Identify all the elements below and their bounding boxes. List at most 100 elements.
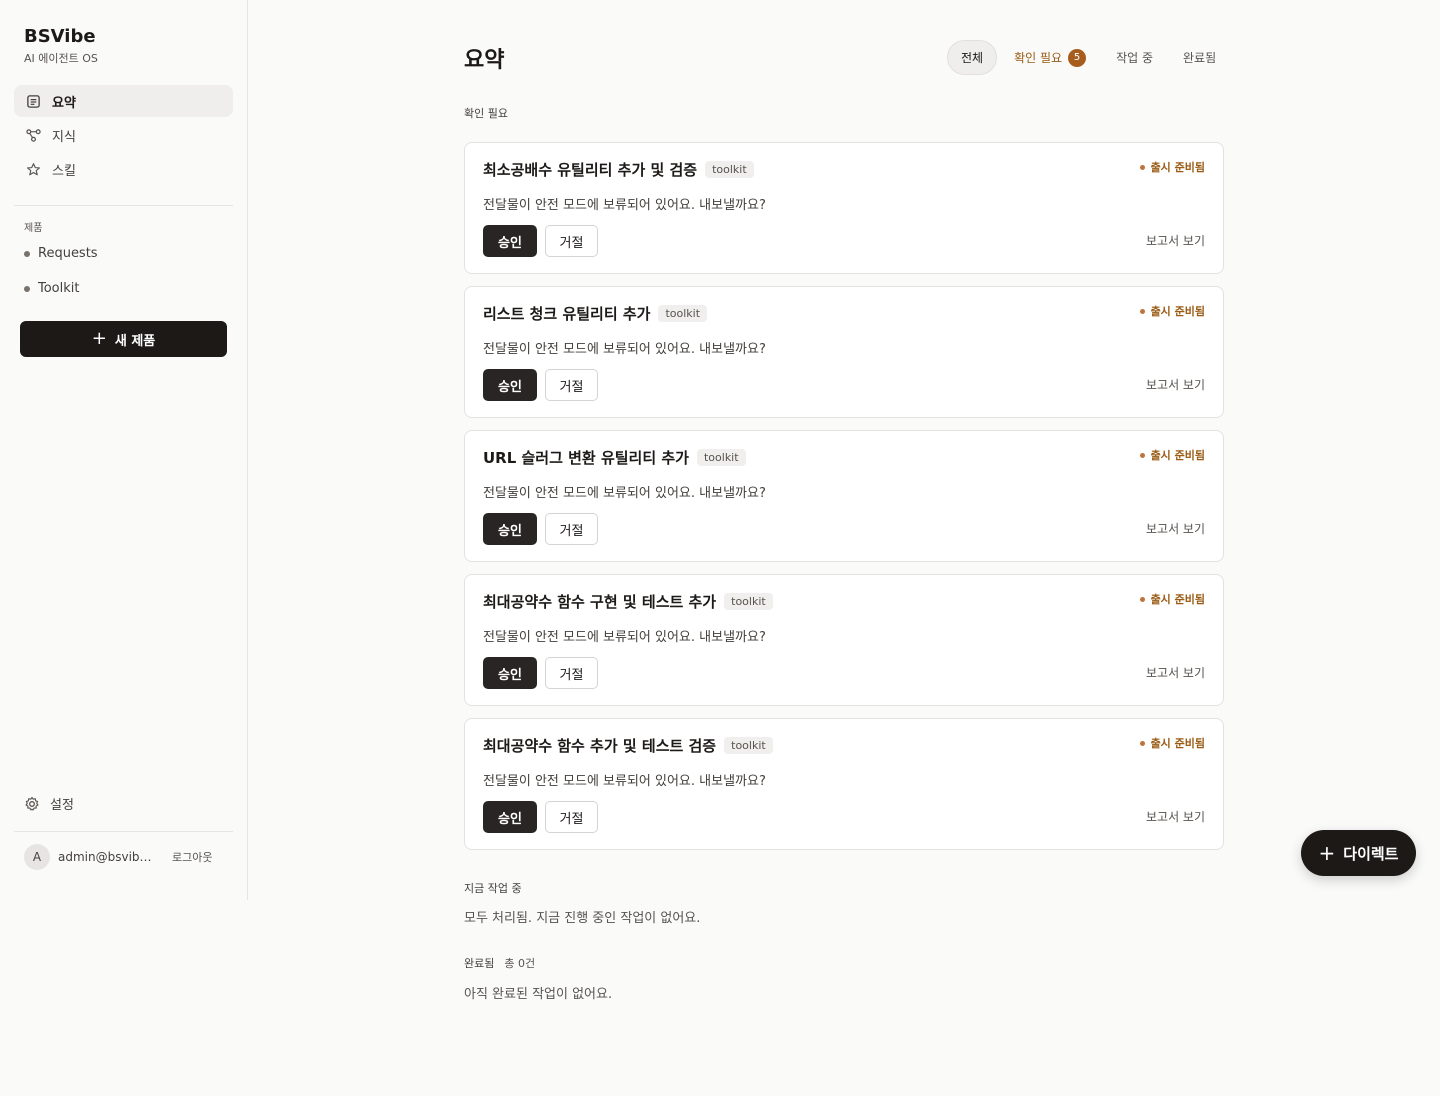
logout-button[interactable]: 로그아웃 <box>172 849 212 865</box>
status-dot-icon <box>1139 452 1145 458</box>
card-title-text: 최소공배수 유틸리티 추가 및 검증 <box>483 161 698 179</box>
product-list: Requests Toolkit <box>24 236 98 306</box>
main-nav: 요약 지식 스킬 <box>14 85 233 187</box>
nav-label: 요약 <box>52 95 76 111</box>
sidebar: BSVibe AI 에이전트 OS 요약 지식 스킬 제품 Requests T… <box>0 0 248 900</box>
status-dot-icon <box>1139 740 1145 746</box>
reject-button[interactable]: 거절 <box>545 801 598 833</box>
gear-icon <box>24 796 40 812</box>
brand-title: BSVibe <box>24 26 96 47</box>
status-badge: 출시 준비됨 <box>1139 735 1205 751</box>
review-card: 리스트 청크 유틸리티 추가 toolkit 출시 준비됨 전달물이 안전 모드… <box>464 286 1224 418</box>
new-product-button[interactable]: + 새 제품 <box>20 321 227 357</box>
section-label-needs-review: 확인 필요 <box>464 107 508 120</box>
graph-icon <box>25 127 41 143</box>
tab-in-progress[interactable]: 작업 중 <box>1103 40 1166 75</box>
brand: BSVibe AI 에이전트 OS <box>24 26 98 66</box>
view-report-link[interactable]: 보고서 보기 <box>1146 232 1205 249</box>
status-label: 출시 준비됨 <box>1150 593 1205 606</box>
tab-all[interactable]: 전체 <box>947 40 998 75</box>
nav-label: 스킬 <box>52 163 76 179</box>
reject-button[interactable]: 거절 <box>545 225 598 257</box>
plus-icon: + <box>1318 841 1336 865</box>
nav-item-summary[interactable]: 요약 <box>14 85 233 117</box>
card-description: 전달물이 안전 모드에 보류되어 있어요. 내보낼까요? <box>483 630 766 645</box>
view-report-link[interactable]: 보고서 보기 <box>1146 664 1205 681</box>
status-dot-icon <box>1139 308 1145 314</box>
product-tag: toolkit <box>724 593 773 610</box>
page-title: 요약 <box>464 48 505 73</box>
count-badge: 5 <box>1068 48 1087 67</box>
section-label-in-progress: 지금 작업 중 <box>464 882 522 895</box>
nav-label: 지식 <box>52 129 76 145</box>
filter-tabs: 전체 확인 필요 5 작업 중 완료됨 <box>947 40 1233 75</box>
product-item-toolkit[interactable]: Toolkit <box>24 271 98 306</box>
product-dot-icon <box>24 250 30 257</box>
divider <box>14 205 233 206</box>
product-item-requests[interactable]: Requests <box>24 236 98 271</box>
section-label-completed: 완료됨 총 0건 <box>464 955 535 971</box>
tab-needs-review[interactable]: 확인 필요 5 <box>1001 40 1099 75</box>
product-tag: toolkit <box>724 737 773 754</box>
status-label: 출시 준비됨 <box>1150 161 1205 174</box>
card-title: 최대공약수 함수 추가 및 테스트 검증 toolkit <box>483 735 773 756</box>
product-tag: toolkit <box>658 305 708 322</box>
tab-label: 전체 <box>961 51 984 65</box>
summary-icon <box>25 93 41 109</box>
status-badge: 출시 준비됨 <box>1139 447 1205 463</box>
card-title: URL 슬러그 변환 유틸리티 추가 toolkit <box>483 447 746 468</box>
reject-button[interactable]: 거절 <box>545 513 598 545</box>
reject-button[interactable]: 거절 <box>545 657 598 689</box>
approve-button[interactable]: 승인 <box>483 513 537 545</box>
reject-button[interactable]: 거절 <box>545 369 598 401</box>
review-card: 최소공배수 유틸리티 추가 및 검증 toolkit 출시 준비됨 전달물이 안… <box>464 142 1224 274</box>
approve-button[interactable]: 승인 <box>483 657 537 689</box>
status-label: 출시 준비됨 <box>1150 449 1205 462</box>
completed-label: 완료됨 <box>464 957 495 970</box>
brand-subtitle: AI 에이전트 OS <box>24 52 98 65</box>
nav-item-knowledge[interactable]: 지식 <box>14 119 233 151</box>
approve-button[interactable]: 승인 <box>483 369 537 401</box>
tab-completed[interactable]: 완료됨 <box>1170 40 1229 75</box>
nav-item-skills[interactable]: 스킬 <box>14 153 233 185</box>
settings-label: 설정 <box>50 798 74 813</box>
card-title: 최대공약수 함수 구현 및 테스트 추가 toolkit <box>483 591 773 612</box>
card-description: 전달물이 안전 모드에 보류되어 있어요. 내보낼까요? <box>483 774 766 789</box>
divider <box>14 831 233 832</box>
card-title-text: 최대공약수 함수 구현 및 테스트 추가 <box>483 593 717 611</box>
product-label: Requests <box>38 246 98 261</box>
status-badge: 출시 준비됨 <box>1139 159 1205 175</box>
product-dot-icon <box>24 285 30 292</box>
status-dot-icon <box>1139 596 1145 602</box>
approve-button[interactable]: 승인 <box>483 225 537 257</box>
product-tag: toolkit <box>696 449 746 466</box>
card-title: 최소공배수 유틸리티 추가 및 검증 toolkit <box>483 159 754 180</box>
approve-button[interactable]: 승인 <box>483 801 537 833</box>
review-card: 최대공약수 함수 구현 및 테스트 추가 toolkit 출시 준비됨 전달물이… <box>464 574 1224 706</box>
tab-label: 작업 중 <box>1116 51 1154 65</box>
product-label: Toolkit <box>38 281 80 296</box>
user-row: A admin@bsvibe.dev 로그아웃 <box>24 842 224 872</box>
view-report-link[interactable]: 보고서 보기 <box>1146 808 1205 825</box>
direct-fab-button[interactable]: + 다이렉트 <box>1301 830 1416 876</box>
view-report-link[interactable]: 보고서 보기 <box>1146 520 1205 537</box>
in-progress-empty-text: 모두 처리됨. 지금 진행 중인 작업이 없어요. <box>464 911 701 926</box>
card-title-text: 최대공약수 함수 추가 및 테스트 검증 <box>483 737 717 755</box>
status-badge: 출시 준비됨 <box>1139 303 1205 319</box>
plus-icon: + <box>91 328 107 349</box>
status-dot-icon <box>1139 164 1145 170</box>
view-report-link[interactable]: 보고서 보기 <box>1146 376 1205 393</box>
status-label: 출시 준비됨 <box>1150 737 1205 750</box>
card-title-text: URL 슬러그 변환 유틸리티 추가 <box>483 449 689 467</box>
tab-label: 확인 필요 <box>1014 51 1063 65</box>
product-tag: toolkit <box>705 161 754 178</box>
star-icon <box>25 161 41 177</box>
products-label: 제품 <box>24 223 43 234</box>
status-badge: 출시 준비됨 <box>1139 591 1205 607</box>
card-title-text: 리스트 청크 유틸리티 추가 <box>483 305 651 323</box>
settings-link[interactable]: 설정 <box>24 794 74 813</box>
tab-label: 완료됨 <box>1183 51 1217 65</box>
avatar: A <box>24 844 50 870</box>
status-label: 출시 준비됨 <box>1150 305 1205 318</box>
completed-count: 총 0건 <box>504 957 536 970</box>
